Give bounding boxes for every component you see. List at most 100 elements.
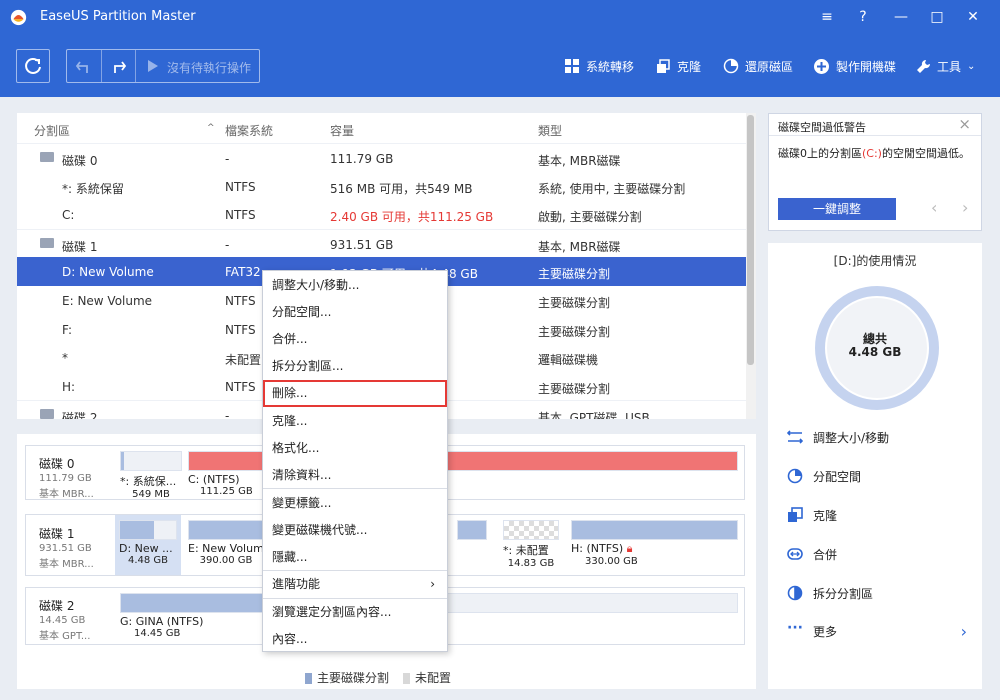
close-button[interactable]: ✕ [961,5,985,29]
disk1-partition-f[interactable] [457,520,487,540]
disk1-p1-size: 4.48 GB [127,555,169,566]
legend-unallocated: 未配置 [403,669,451,686]
scrollbar-thumb[interactable] [747,115,754,365]
action-merge[interactable]: 合併 [787,544,837,564]
system-migration-label: 系統轉移 [586,59,635,74]
more-icon: ··· [787,620,803,636]
action-clone-label: 克隆 [813,508,838,523]
chevron-right-icon: › [960,621,967,641]
grid-icon [565,58,579,73]
disk1-partition-d[interactable]: D: New ... 4.48 GB [115,515,181,575]
row-filesystem: NTFS [225,208,256,223]
merge-icon [787,548,803,560]
disk1-partition-unallocated[interactable]: *: 未配置 14.83 GB [503,520,559,569]
pending-operations-button[interactable]: 沒有待執行操作 [167,59,251,76]
menu-item-delete[interactable]: 刪除... [263,380,447,407]
app-title: EaseUS Partition Master [40,9,196,24]
disk-row[interactable]: 磁碟 1 - 931.51 GB 基本, MBR磁碟 [17,228,746,258]
maximize-button[interactable]: □ [925,5,949,29]
menu-item-properties[interactable]: 內容... [263,626,447,653]
disk1-p3-size: 14.83 GB [507,558,555,569]
pie-icon [787,468,803,484]
disk-icon [40,152,54,162]
redo-icon[interactable] [109,58,127,76]
col-filesystem-header[interactable]: 檔案系統 [225,122,273,139]
disk1-name: 磁碟 1 [39,527,75,541]
disk2-type: 基本 GPT... [39,631,91,642]
warning-header: 磁碟空間過低警告 × [769,114,981,136]
row-capacity: 516 MB 可用，共549 MB [330,181,473,196]
menu-item-allocate[interactable]: 分配空間... [263,299,447,326]
row-name: E: New Volume [62,294,153,308]
action-allocate-space[interactable]: 分配空間 [787,466,861,486]
menu-item-hide[interactable]: 隱藏... [263,544,447,571]
menu-separator [263,488,447,489]
menu-item-advanced-label: 進階功能 [272,577,321,591]
disk-icon [40,237,54,248]
disk1-label-group: 磁碟 1 931.51 GB 基本 MBR... [39,525,94,570]
menu-icon[interactable]: ≡ [815,5,839,29]
legend-primary: 主要磁碟分割 [305,669,389,686]
menu-item-explore[interactable]: 瀏覽選定分割區內容... [263,599,447,626]
col-capacity-header[interactable]: 容量 [330,122,354,139]
plus-circle-icon [814,58,829,74]
menu-item-merge[interactable]: 合併... [263,326,447,353]
row-type: 基本, GPT磁碟, USB [538,411,650,419]
menu-item-clone[interactable]: 克隆... [263,408,447,435]
one-click-adjust-button[interactable]: 一鍵調整 [778,198,896,220]
table-scrollbar[interactable] [746,113,756,419]
restore-partition-button[interactable]: 還原磁區 [723,57,793,75]
close-icon[interactable]: × [958,115,971,133]
usage-title: [D:]的使用情況 [833,254,917,268]
disk-row[interactable]: 磁碟 0 - 111.79 GB 基本, MBR磁碟 [17,143,746,172]
row-filesystem: - [225,409,230,419]
row-name: H: [62,379,76,394]
warning-text-pre: 磁碟0上的分割區 [778,147,862,160]
refresh-button[interactable] [16,49,50,83]
clone-icon [657,58,670,73]
partition-row[interactable]: C: NTFS 2.40 GB 可用，共111.25 GB 啟動, 主要磁碟分割 [17,200,746,229]
disk1-partition-e[interactable]: E: New Volume 390.00 GB [188,520,264,566]
unallocated-swatch-icon [403,673,411,684]
col-partition-header[interactable]: 分割區 [34,122,70,139]
menu-item-advanced[interactable]: 進階功能 › [263,571,447,598]
action-split[interactable]: 拆分分割區 [787,583,873,603]
create-bootable-button[interactable]: 製作開機碟 [813,57,896,75]
tools-menu-button[interactable]: 工具 ⌄ [916,57,975,75]
prev-arrow-icon[interactable]: ‹ [931,198,937,217]
disk1-partition-h[interactable]: H: (NTFS) 🔒︎ 330.00 GB [571,520,738,567]
resize-icon [787,430,803,444]
context-menu: 調整大小/移動... 分配空間... 合併... 拆分分割區... 刪除... … [262,270,448,652]
disk0-p1-name: *: 系統保... [120,475,177,488]
row-type: 主要磁碟分割 [538,296,611,310]
col-type-header[interactable]: 類型 [538,122,562,139]
menu-item-change-label[interactable]: 變更標籤... [263,490,447,517]
row-filesystem: - [225,152,230,166]
legend-unallocated-label: 未配置 [415,671,452,685]
action-clone[interactable]: 克隆 [787,505,837,525]
disk2-label-group: 磁碟 2 14.45 GB 基本 GPT... [39,597,90,642]
action-more[interactable]: ··· 更多 › [787,621,967,641]
tools-label: 工具 [937,59,962,74]
partition-row[interactable]: *: 系統保留 NTFS 516 MB 可用，共549 MB 系統, 使用中, 主要磁… [17,172,746,201]
table-header: 分割區 ^ 檔案系統 容量 類型 [17,113,746,143]
action-merge-label: 合併 [813,547,838,562]
menu-item-change-letter[interactable]: 變更磁碟機代號... [263,517,447,544]
system-migration-button[interactable]: 系統轉移 [565,57,634,75]
menu-item-resize[interactable]: 調整大小/移動... [263,272,447,299]
disk0-partition-system[interactable]: *: 系統保... 549 MB [120,451,182,500]
menu-item-format[interactable]: 格式化... [263,435,447,462]
action-resize-move[interactable]: 調整大小/移動 [787,427,889,447]
lock-icon: 🔒︎ [626,542,633,555]
menu-item-wipe[interactable]: 清除資料... [263,462,447,489]
undo-icon[interactable] [75,58,93,76]
help-icon[interactable]: ? [851,5,875,29]
menu-item-split[interactable]: 拆分分割區... [263,353,447,380]
clone-button[interactable]: 克隆 [656,57,701,75]
row-name: 磁碟 2 [62,411,98,419]
disk0-size: 111.79 GB [39,473,92,484]
next-arrow-icon[interactable]: › [962,198,968,217]
row-capacity: 111.79 GB [330,152,394,166]
minimize-button[interactable]: — [889,5,913,29]
usage-panel: [D:]的使用情況 總共 4.48 GB 調整大小/移動 分配空間 克隆 合併 … [768,243,982,689]
